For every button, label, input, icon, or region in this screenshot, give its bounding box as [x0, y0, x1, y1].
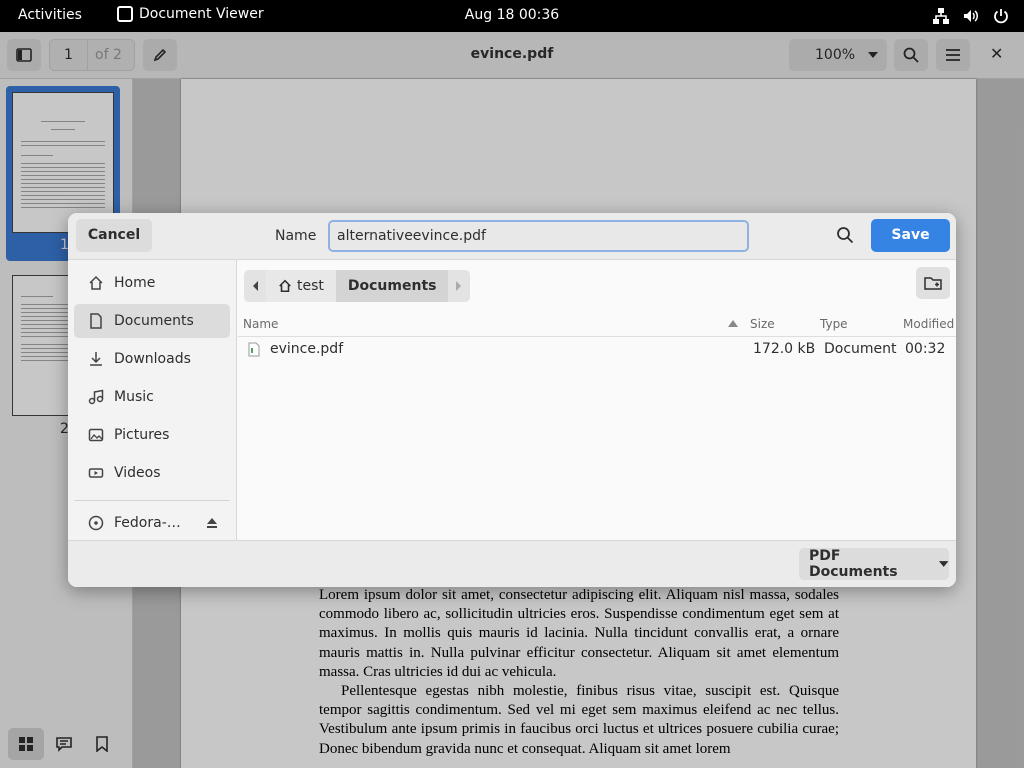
volume-icon: [964, 10, 978, 22]
place-label: Videos: [114, 465, 161, 481]
system-tray[interactable]: [932, 7, 1010, 25]
document-icon: [90, 313, 102, 329]
place-documents[interactable]: Documents: [74, 304, 230, 338]
activities-button[interactable]: Activities: [18, 7, 82, 23]
new-folder-icon: [924, 277, 942, 290]
file-row[interactable]: evince.pdf 172.0 kB Document 00:32: [238, 338, 956, 362]
place-fedora-volume[interactable]: Fedora-…: [74, 506, 230, 540]
place-label: Home: [114, 275, 156, 291]
pdf-file-icon: [248, 342, 260, 357]
column-size[interactable]: Size: [750, 317, 775, 331]
home-icon: [279, 279, 291, 293]
place-label: Pictures: [114, 427, 170, 443]
dialog-header: Cancel Name alternativeevince.pdf Save: [68, 213, 956, 260]
new-folder-button[interactable]: [916, 267, 950, 299]
filter-label: PDF Documents: [809, 548, 898, 580]
place-downloads[interactable]: Downloads: [74, 342, 230, 376]
picture-icon: [88, 428, 104, 442]
column-headers: Name Size Type Modified: [238, 309, 956, 337]
path-crumb-documents[interactable]: Documents: [335, 270, 449, 302]
places-sidebar: Home Documents Downloads Music Pictures …: [68, 260, 237, 540]
home-icon: [89, 275, 103, 290]
path-back-button[interactable]: [244, 270, 266, 302]
place-label: Fedora-…: [114, 515, 181, 531]
search-icon[interactable]: [836, 226, 854, 244]
place-label: Music: [114, 389, 154, 405]
places-separator: [74, 500, 230, 501]
filename-input[interactable]: alternativeevince.pdf: [328, 220, 749, 252]
column-type[interactable]: Type: [820, 317, 848, 331]
place-label: Documents: [114, 313, 194, 329]
path-crumb-test[interactable]: test: [266, 270, 336, 302]
disc-icon: [88, 515, 104, 531]
file-name: evince.pdf: [270, 341, 344, 357]
app-menu[interactable]: Document Viewer: [117, 6, 264, 22]
place-pictures[interactable]: Pictures: [74, 418, 230, 452]
crumb-label: test: [297, 278, 324, 294]
network-icon: [933, 8, 949, 24]
sort-ascending-icon: [728, 320, 738, 327]
column-modified[interactable]: Modified: [903, 317, 954, 331]
chevron-left-icon: [253, 281, 258, 291]
save-button[interactable]: Save: [871, 219, 950, 252]
dialog-footer: PDF Documents: [68, 540, 956, 587]
column-name[interactable]: Name: [243, 317, 278, 331]
music-icon: [88, 389, 104, 405]
video-icon: [88, 468, 104, 478]
save-file-dialog: Cancel Name alternativeevince.pdf Save H…: [68, 213, 956, 587]
chevron-down-icon: [938, 561, 949, 567]
chevron-right-icon: [456, 281, 462, 291]
place-music[interactable]: Music: [74, 380, 230, 414]
file-modified: 00:32: [905, 341, 946, 357]
file-type-filter[interactable]: PDF Documents: [799, 548, 949, 580]
power-icon: [994, 9, 1008, 24]
eject-icon[interactable]: [205, 516, 219, 530]
download-icon: [90, 352, 102, 366]
cancel-button[interactable]: Cancel: [76, 219, 152, 252]
crumb-label: Documents: [347, 278, 437, 294]
document-viewer-icon: [117, 6, 133, 22]
app-name: Document Viewer: [139, 6, 264, 22]
place-home[interactable]: Home: [74, 266, 230, 300]
place-label: Downloads: [114, 351, 191, 367]
file-type: Document: [824, 341, 897, 357]
place-videos[interactable]: Videos: [74, 456, 230, 490]
file-size: 172.0 kB: [753, 341, 816, 357]
file-list[interactable]: Name Size Type Modified evince.pdf 172.0…: [238, 309, 956, 540]
path-forward-button[interactable]: [448, 270, 471, 302]
name-label: Name: [275, 228, 317, 244]
top-bar: Activities Document Viewer Aug 18 00:36: [0, 0, 1024, 32]
path-bar: test Documents: [244, 268, 471, 304]
